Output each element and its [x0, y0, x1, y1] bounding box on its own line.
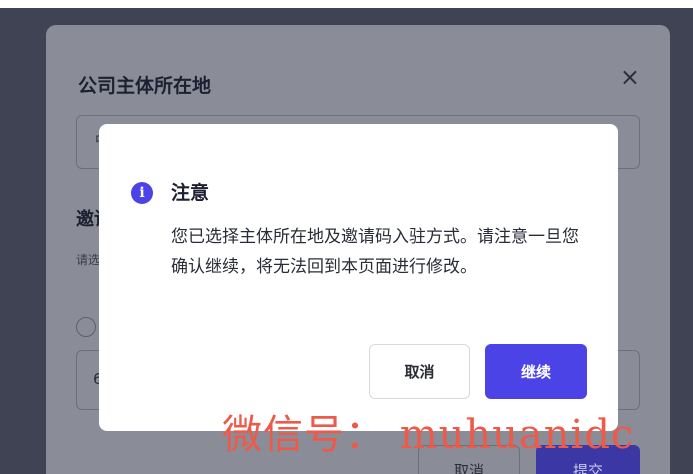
modal-message: 您已选择主体所在地及邀请码入驻方式。请注意一旦您确认继续，将无法回到本页面进行修… [171, 227, 579, 277]
base-dialog-title: 公司主体所在地 [78, 75, 212, 97]
confirm-modal: i 注意 您已选择主体所在地及邀请码入驻方式。请注意一旦您确认继续，将无法回到本… [99, 124, 618, 431]
info-icon: i [131, 182, 153, 204]
invite-radio[interactable] [76, 317, 96, 337]
page-top-strip [0, 0, 693, 8]
modal-title: 注意 [171, 182, 210, 204]
modal-cancel-button[interactable]: 取消 [369, 344, 470, 399]
watermark: 微信号： muhuanidc [222, 412, 635, 458]
close-icon[interactable]: × [620, 65, 640, 89]
continue-button[interactable]: 继续 [485, 344, 587, 399]
